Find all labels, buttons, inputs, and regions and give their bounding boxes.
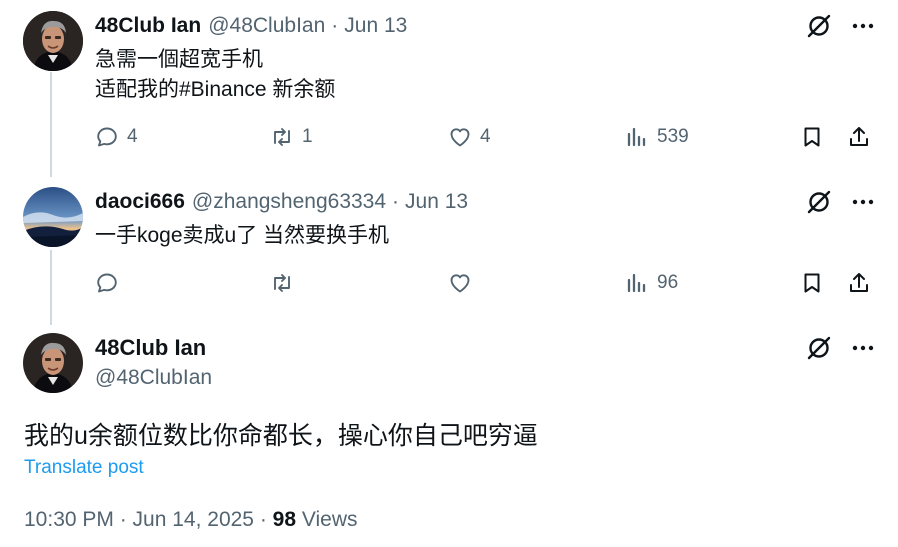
thread-line <box>50 72 52 177</box>
share-button[interactable] <box>847 122 871 152</box>
author-name[interactable]: daoci666 <box>95 190 185 214</box>
reply-button[interactable]: 4 <box>95 122 138 152</box>
reply-count: 4 <box>127 126 138 147</box>
like-button[interactable] <box>448 268 480 298</box>
reply-text-line: 一手koge卖成u了 当然要换手机 <box>95 224 390 247</box>
more-options-icon[interactable] <box>850 13 876 39</box>
heart-icon <box>450 274 470 293</box>
landscape-avatar-icon[interactable] <box>23 187 83 247</box>
reply-text: 急需一個超宽手机 适配我的#Binance 新余额 <box>95 45 335 105</box>
portrait-avatar-icon[interactable] <box>23 333 83 393</box>
view-count: 96 <box>657 272 679 293</box>
author-handle[interactable]: @48ClubIan <box>208 14 325 38</box>
views-count: 98 <box>272 508 297 531</box>
post-meta: 10:30 PM · Jun 14, 2025 · 98 Views <box>24 508 358 532</box>
retweet-icon <box>274 274 290 292</box>
reply-text-line: 适配我的#Binance 新余额 <box>95 78 336 101</box>
author-name[interactable]: 48Club Ian <box>95 335 206 361</box>
views-button[interactable]: 96 <box>625 268 678 298</box>
retweet-button[interactable]: 1 <box>270 122 313 152</box>
reply-header: daoci666 @zhangsheng63334 · Jun 13 <box>95 189 468 215</box>
separator-dot: · <box>331 14 339 37</box>
share-button[interactable] <box>847 268 871 298</box>
views-chart-icon <box>627 273 646 293</box>
like-count: 4 <box>480 126 491 147</box>
author-name[interactable]: 48Club Ian <box>95 14 201 38</box>
reply-icon <box>97 127 117 147</box>
grok-icon[interactable] <box>806 189 832 215</box>
main-top-icons <box>806 335 876 361</box>
heart-icon <box>450 128 470 147</box>
grok-icon[interactable] <box>806 335 832 361</box>
more-options-icon[interactable] <box>850 335 876 361</box>
translate-post-link[interactable]: Translate post <box>24 457 144 479</box>
like-button[interactable]: 4 <box>448 122 491 152</box>
thread-line <box>50 250 52 325</box>
reply-text: 一手koge卖成u了 当然要换手机 <box>95 221 389 251</box>
reply-header: 48Club Ian @48ClubIan · Jun 13 <box>95 13 407 39</box>
more-options-icon[interactable] <box>850 189 876 215</box>
bookmark-button[interactable] <box>800 268 824 298</box>
views-label: Views <box>296 508 358 531</box>
reply-icon <box>97 273 117 293</box>
separator-dot: · <box>392 190 400 213</box>
action-bar: 4 1 4 539 <box>95 122 875 152</box>
reply-text-line: 急需一個超宽手机 <box>95 48 263 71</box>
reply-top-icons <box>806 13 876 39</box>
share-icon <box>850 127 868 146</box>
post-timestamp[interactable]: 10:30 PM · Jun 14, 2025 · <box>24 508 273 531</box>
bookmark-button[interactable] <box>800 122 824 152</box>
views-button[interactable]: 539 <box>625 122 689 152</box>
bookmark-icon <box>804 273 820 293</box>
author-handle[interactable]: @48ClubIan <box>95 366 212 390</box>
view-count: 539 <box>657 126 689 147</box>
author-handle[interactable]: @zhangsheng63334 <box>192 190 386 214</box>
retweet-count: 1 <box>302 126 313 147</box>
post-time[interactable]: Jun 13 <box>405 190 468 214</box>
reply-button[interactable] <box>95 268 127 298</box>
portrait-avatar-icon[interactable] <box>23 11 83 71</box>
retweet-icon <box>274 128 290 146</box>
post-time[interactable]: Jun 13 <box>344 14 407 38</box>
views-chart-icon <box>627 127 646 147</box>
share-icon <box>850 273 868 292</box>
retweet-button[interactable] <box>270 268 302 298</box>
bookmark-icon <box>804 127 820 147</box>
reply-top-icons <box>806 189 876 215</box>
action-bar: 96 <box>95 268 875 298</box>
main-post-text: 我的u余额位数比你命都长，操心你自己吧穷逼 <box>24 422 538 450</box>
grok-icon[interactable] <box>806 13 832 39</box>
